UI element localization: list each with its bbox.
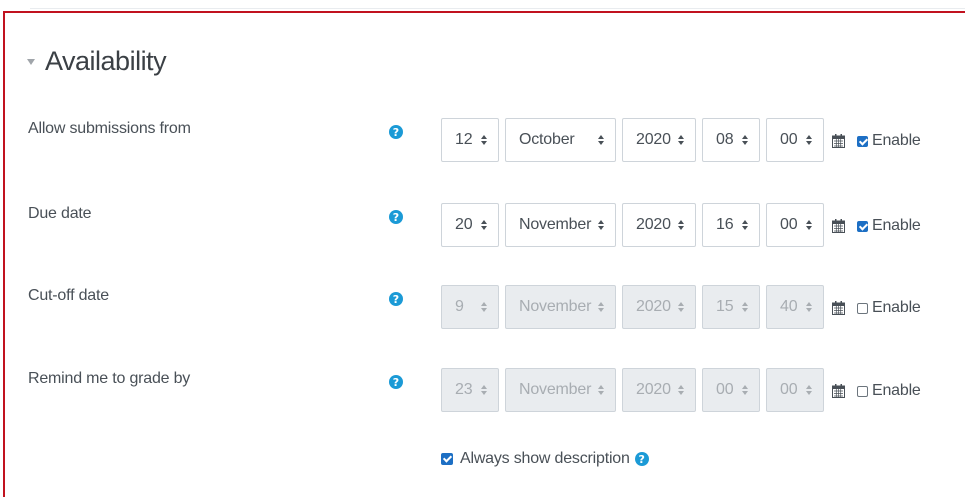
field-label: Cut-off date <box>28 287 109 304</box>
hour-select[interactable]: 16 <box>702 203 760 247</box>
calendar-icon[interactable] <box>832 384 845 398</box>
select-arrows-icon <box>806 302 812 312</box>
field-label: Allow submissions from <box>28 120 191 137</box>
year-select: 2020 <box>622 368 696 412</box>
select-arrows-icon <box>742 385 748 395</box>
date-row-remind-grade: Remind me to grade by ? 23 November 2020… <box>0 360 965 420</box>
enable-checkbox[interactable] <box>857 386 868 397</box>
field-label: Remind me to grade by <box>28 370 191 387</box>
select-arrows-icon <box>678 302 684 312</box>
enable-checkbox[interactable] <box>857 303 868 314</box>
enable-label: Enable <box>872 132 921 149</box>
enable-label: Enable <box>872 299 921 316</box>
day-select: 9 <box>441 285 499 329</box>
minute-select[interactable]: 00 <box>766 203 824 247</box>
day-select[interactable]: 12 <box>441 118 499 162</box>
help-icon[interactable]: ? <box>634 452 649 466</box>
date-row-allow-submissions: Allow submissions from ? 12 October 2020… <box>0 110 965 170</box>
date-row-cutoff-date: Cut-off date ? 9 November 2020 15 40 Ena… <box>0 277 965 337</box>
calendar-icon[interactable] <box>832 219 845 233</box>
select-arrows-icon <box>806 385 812 395</box>
help-icon[interactable]: ? <box>389 125 403 139</box>
top-separator <box>30 0 965 9</box>
enable-label: Enable <box>872 217 921 234</box>
month-select: November <box>505 285 616 329</box>
select-arrows-icon <box>598 385 604 395</box>
help-icon[interactable]: ? <box>389 292 403 306</box>
select-arrows-icon <box>598 302 604 312</box>
select-arrows-icon <box>481 220 487 230</box>
field-label: Due date <box>28 205 92 222</box>
always-show-checkbox[interactable] <box>441 453 453 465</box>
year-select[interactable]: 2020 <box>622 118 696 162</box>
select-arrows-icon <box>742 220 748 230</box>
date-row-due-date: Due date ? 20 November 2020 16 00 Enable <box>0 195 965 255</box>
year-select[interactable]: 2020 <box>622 203 696 247</box>
hour-select: 00 <box>702 368 760 412</box>
select-arrows-icon <box>598 135 604 145</box>
day-select: 23 <box>441 368 499 412</box>
select-arrows-icon <box>481 135 487 145</box>
calendar-icon[interactable] <box>832 134 845 148</box>
select-arrows-icon <box>806 220 812 230</box>
select-arrows-icon <box>806 135 812 145</box>
section-header[interactable]: Availability <box>27 43 167 79</box>
month-select: November <box>505 368 616 412</box>
minute-select: 00 <box>766 368 824 412</box>
month-select[interactable]: October <box>505 118 616 162</box>
day-select[interactable]: 20 <box>441 203 499 247</box>
month-select[interactable]: November <box>505 203 616 247</box>
select-arrows-icon <box>742 135 748 145</box>
select-arrows-icon <box>481 302 487 312</box>
select-arrows-icon <box>678 385 684 395</box>
section-title: Availability <box>45 45 167 76</box>
select-arrows-icon <box>678 220 684 230</box>
minute-select: 40 <box>766 285 824 329</box>
always-show-label: Always show description <box>460 450 630 467</box>
enable-checkbox[interactable] <box>857 221 868 232</box>
select-arrows-icon <box>678 135 684 145</box>
help-icon[interactable]: ? <box>389 375 403 389</box>
enable-checkbox[interactable] <box>857 136 868 147</box>
help-icon[interactable]: ? <box>389 210 403 224</box>
collapse-caret-icon[interactable] <box>27 59 35 65</box>
hour-select: 15 <box>702 285 760 329</box>
select-arrows-icon <box>598 220 604 230</box>
enable-label: Enable <box>872 382 921 399</box>
minute-select[interactable]: 00 <box>766 118 824 162</box>
year-select: 2020 <box>622 285 696 329</box>
hour-select[interactable]: 08 <box>702 118 760 162</box>
always-show-description[interactable]: Always show description ? <box>441 449 649 469</box>
select-arrows-icon <box>481 385 487 395</box>
select-arrows-icon <box>742 302 748 312</box>
calendar-icon[interactable] <box>832 301 845 315</box>
